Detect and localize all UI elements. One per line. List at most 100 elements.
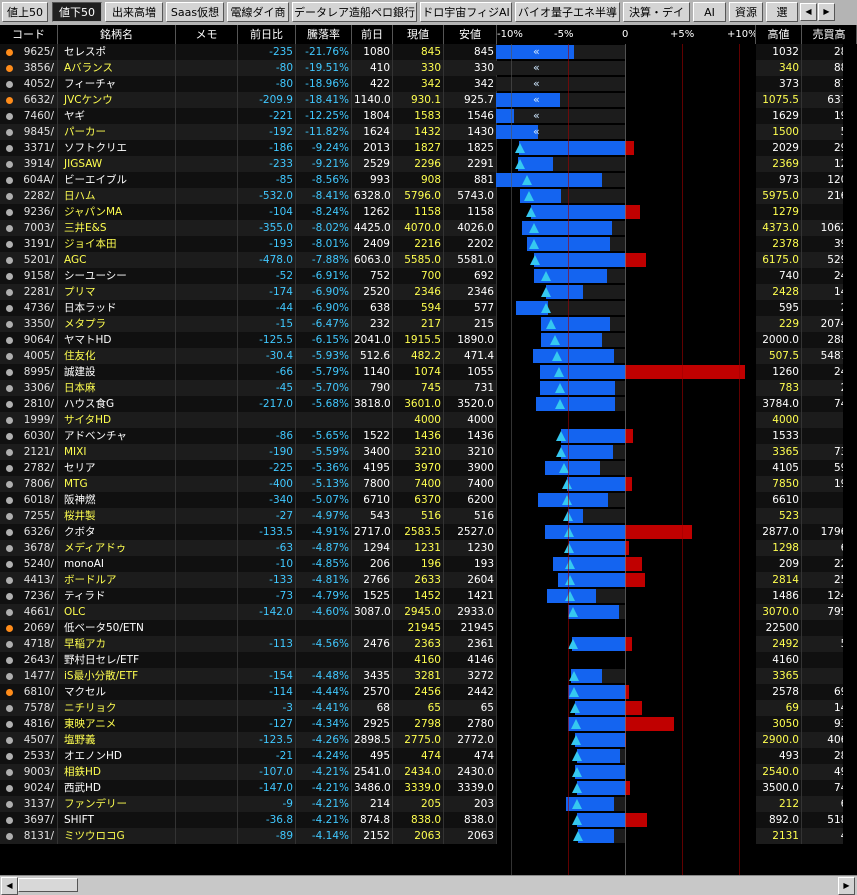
cell-chg: -27 bbox=[238, 508, 296, 524]
cell-memo bbox=[176, 636, 238, 652]
table-row[interactable]: 7003/三井E&S-355.0-8.02%4425.04070.04026.0… bbox=[0, 220, 857, 236]
table-row[interactable]: 5201/AGC-478.0-7.88%6063.05585.05581.061… bbox=[0, 252, 857, 268]
table-row[interactable]: 3856/Aバランス-80-19.51%410330330340887« bbox=[0, 60, 857, 76]
table-row[interactable]: 2282/日ハム-532.0-8.41%6328.05796.05743.059… bbox=[0, 188, 857, 204]
table-row[interactable]: 6632/JVCケンウ-209.9-18.41%1140.0930.1925.7… bbox=[0, 92, 857, 108]
table-row[interactable]: 9845/パーカー-192-11.82%162414321430150059« bbox=[0, 124, 857, 140]
cell-low: 1230 bbox=[444, 540, 497, 556]
header-pct[interactable]: 騰落率 bbox=[296, 25, 352, 44]
table-row[interactable]: 8131/ミツウロコG-89-4.14%215220632063213145 bbox=[0, 828, 857, 844]
tab-8[interactable]: 決算・デイ bbox=[623, 2, 690, 22]
header-memo[interactable]: メモ bbox=[176, 25, 238, 44]
table-row[interactable]: 6030/アドベンチャ-86-5.65%15221436143615339 bbox=[0, 428, 857, 444]
table-row[interactable]: 3371/ソフトクリエ-186-9.24%2013182718252029294 bbox=[0, 140, 857, 156]
table-row[interactable]: 604A/ビーエイブル-85-8.56%9939088819731205 bbox=[0, 172, 857, 188]
tab-9[interactable]: AI bbox=[693, 2, 726, 22]
table-row[interactable]: 2121/MIXI-190-5.59%3400321032103365730 bbox=[0, 444, 857, 460]
table-row[interactable]: 7460/ヤギ-221-12.25%1804158315461629190« bbox=[0, 108, 857, 124]
tab-2[interactable]: 出来高増 bbox=[105, 2, 163, 22]
header-name[interactable]: 銘柄名 bbox=[58, 25, 176, 44]
table-row[interactable]: 4736/日本ラッド-44-6.90%63859457759528 bbox=[0, 300, 857, 316]
tab-scroll-right-icon[interactable]: ▶ bbox=[818, 3, 835, 21]
table-row[interactable]: 2533/オエノンHD-21-4.24%495474474493287 bbox=[0, 748, 857, 764]
table-row[interactable]: 7255/桜井製-27-4.97%5435165165231 bbox=[0, 508, 857, 524]
tab-scroll-left-icon[interactable]: ◀ bbox=[800, 3, 817, 21]
table-row[interactable]: 4718/早稲アカ-113-4.56%247623632361249250 bbox=[0, 636, 857, 652]
table-row[interactable]: 9064/ヤマトHD-125.5-6.15%2041.01915.51890.0… bbox=[0, 332, 857, 348]
header-prev[interactable]: 前日 bbox=[352, 25, 393, 44]
tab-0[interactable]: 値上50 bbox=[2, 2, 48, 22]
table-row[interactable]: 4005/住友化-30.4-5.93%512.6482.2471.4507.55… bbox=[0, 348, 857, 364]
cell-memo bbox=[176, 140, 238, 156]
cell-cur: 930.1 bbox=[393, 92, 444, 108]
horizontal-scroll-thumb[interactable] bbox=[18, 878, 78, 892]
cell-pct: -4.24% bbox=[296, 748, 352, 764]
table-row[interactable]: 2281/プリマ-174-6.90%2520234623462428148 bbox=[0, 284, 857, 300]
tab-10[interactable]: 資源 bbox=[729, 2, 763, 22]
table-row[interactable]: 6018/阪神燃-340-5.07%67106370620066104 bbox=[0, 492, 857, 508]
scroll-right-icon[interactable]: ▶ bbox=[838, 877, 855, 895]
table-row[interactable]: 4816/東映アニメ-127-4.34%2925279827803050930 bbox=[0, 716, 857, 732]
tab-4[interactable]: 電線ダイ商 bbox=[227, 2, 289, 22]
bar-negative bbox=[540, 365, 625, 379]
tab-5[interactable]: データレア造船ペロ銀行 bbox=[292, 2, 417, 22]
table-row[interactable]: 8995/誠建設-66-5.79%1140107410551260241 bbox=[0, 364, 857, 380]
cell-pct: -5.36% bbox=[296, 460, 352, 476]
tab-1[interactable]: 値下50 bbox=[52, 2, 102, 22]
table-row[interactable]: 2069/低ベータ50/ETN219452194522500 bbox=[0, 620, 857, 636]
table-row[interactable]: 9158/シーユーシー-52-6.91%752700692740246 bbox=[0, 268, 857, 284]
cell-pct: -8.41% bbox=[296, 188, 352, 204]
table-row[interactable]: 3191/ジョイ本田-193-8.01%2409221622022378399 bbox=[0, 236, 857, 252]
table-row[interactable]: 9024/西武HD-147.0-4.21%3486.03339.03339.03… bbox=[0, 780, 857, 796]
header-cur[interactable]: 現値 bbox=[393, 25, 444, 44]
cell-prev: 4195 bbox=[352, 460, 393, 476]
table-row[interactable]: 9003/相鉄HD-107.0-4.21%2541.02434.02430.02… bbox=[0, 764, 857, 780]
table-row[interactable]: 4052/フィーチャ-80-18.96%422342342373872« bbox=[0, 76, 857, 92]
table-row[interactable]: 2643/野村日セレ/ETF416041464160 bbox=[0, 652, 857, 668]
table-row[interactable]: 3350/メタプラ-15-6.47%23221721522920741 bbox=[0, 316, 857, 332]
table-row[interactable]: 2782/セリア-225-5.36%4195397039004105598 bbox=[0, 460, 857, 476]
table-row[interactable]: 5240/monoAI-10-4.85%206196193209220 bbox=[0, 556, 857, 572]
tab-11[interactable]: 選 bbox=[766, 2, 798, 22]
tab-7[interactable]: バイオ量子エネ半導 bbox=[515, 2, 620, 22]
table-row[interactable]: 1999/サイタHD400040004000 bbox=[0, 412, 857, 428]
table-row[interactable]: 7806/MTG-400-5.13%7800740074007850194 bbox=[0, 476, 857, 492]
header-chg[interactable]: 前日比 bbox=[238, 25, 296, 44]
cell-low: 7400 bbox=[444, 476, 497, 492]
bar-remainder bbox=[614, 797, 625, 811]
cell-low: 471.4 bbox=[444, 348, 497, 364]
header-vol[interactable]: 売買高 bbox=[802, 25, 857, 44]
vertical-scrollbar[interactable] bbox=[843, 44, 857, 875]
table-row[interactable]: 1477/iS最小分散/ETF-154-4.48%343532813272336… bbox=[0, 668, 857, 684]
table-row[interactable]: 3678/メディアドゥ-63-4.87%129412311230129867 bbox=[0, 540, 857, 556]
cell-pct: -9.24% bbox=[296, 140, 352, 156]
scroll-left-icon[interactable]: ◀ bbox=[1, 877, 18, 895]
tab-6[interactable]: ドロ宇宙フィジAI bbox=[420, 2, 512, 22]
table-row[interactable]: 4661/OLC-142.0-4.60%3087.02945.02933.030… bbox=[0, 604, 857, 620]
cell-pct: -4.48% bbox=[296, 668, 352, 684]
header-high[interactable]: 高値 bbox=[756, 25, 802, 44]
table-row[interactable]: 9236/ジャパンMA-104-8.24%12621158115812798 bbox=[0, 204, 857, 220]
cell-low: 4146 bbox=[444, 652, 497, 668]
table-row[interactable]: 4507/塩野義-123.5-4.26%2898.52775.02772.029… bbox=[0, 732, 857, 748]
table-row[interactable]: 6810/マクセル-114-4.44%2570245624422578690 bbox=[0, 684, 857, 700]
cell-chg: -15 bbox=[238, 316, 296, 332]
tab-3[interactable]: Saas仮想 bbox=[166, 2, 224, 22]
table-row[interactable]: 6326/クボタ-133.5-4.91%2717.02583.52527.028… bbox=[0, 524, 857, 540]
table-row[interactable]: 4413/ボードルア-133-4.81%2766263326042814259 bbox=[0, 572, 857, 588]
table-row[interactable]: 9625/セレスポ-235-21.76%10808458451032285« bbox=[0, 44, 857, 60]
table-row[interactable]: 3137/ファンデリー-9-4.21%21420520321265 bbox=[0, 796, 857, 812]
table-row[interactable]: 7578/ニチリョク-3-4.41%68656569144 bbox=[0, 700, 857, 716]
range-bar bbox=[497, 284, 756, 300]
cell-pct: -21.76% bbox=[296, 44, 352, 60]
header-low[interactable]: 安値 bbox=[444, 25, 497, 44]
header-code[interactable]: コード bbox=[0, 25, 58, 44]
horizontal-scrollbar[interactable]: ◀ ▶ bbox=[0, 875, 857, 895]
table-row[interactable]: 3914/JIGSAW-233-9.21%2529229622912369124 bbox=[0, 156, 857, 172]
table-row[interactable]: 3697/SHIFT-36.8-4.21%874.8838.0838.0892.… bbox=[0, 812, 857, 828]
table-row[interactable]: 2810/ハウス食G-217.0-5.68%3818.03601.03520.0… bbox=[0, 396, 857, 412]
current-price-marker-icon bbox=[541, 287, 551, 297]
table-row[interactable]: 3306/日本麻-45-5.70%79074573178321 bbox=[0, 380, 857, 396]
cell-chg: -80 bbox=[238, 76, 296, 92]
table-row[interactable]: 7236/ティラド-73-4.79%15251452142114861246 bbox=[0, 588, 857, 604]
